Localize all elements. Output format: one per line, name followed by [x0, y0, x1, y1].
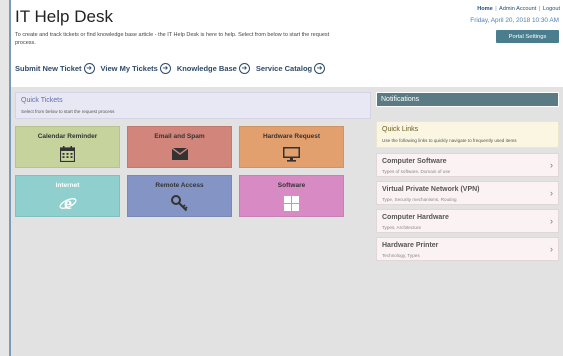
chevron-right-icon: ›: [550, 216, 553, 226]
quick-link-subtitle: Type, Security mechanisms, Routing: [382, 197, 457, 202]
internet-explorer-icon: e: [59, 194, 77, 212]
portal-settings-button[interactable]: Portal Settings: [496, 30, 559, 43]
quick-link-subtitle: Types of software, Domain of use: [382, 169, 451, 174]
chevron-right-icon: ›: [550, 188, 553, 198]
tile-label: Software: [277, 182, 306, 189]
notifications-header: Notifications: [376, 92, 559, 107]
action-label: Service Catalog: [255, 64, 313, 73]
logout-link[interactable]: Logout: [543, 6, 560, 12]
knowledge-base-link[interactable]: Knowledge Base ➜: [177, 63, 250, 74]
tile-label: Email and Spam: [154, 133, 205, 140]
envelope-icon: [171, 145, 189, 163]
monitor-icon: [283, 145, 301, 163]
calendar-icon: [59, 145, 77, 163]
quick-link-title: Hardware Printer: [382, 242, 439, 249]
quick-link-subtitle: Types, Architecture: [382, 225, 422, 230]
tile-label: Hardware Request: [262, 133, 321, 140]
admin-account-link[interactable]: Admin Account: [499, 6, 536, 12]
page-header: IT Help Desk To create and track tickets…: [11, 0, 563, 87]
arrow-circle-right-icon: ➜: [83, 63, 95, 74]
quick-link-hardware-printer[interactable]: Hardware Printer Technology, Types ›: [376, 237, 559, 261]
submit-new-ticket-link[interactable]: Submit New Ticket ➜: [15, 63, 95, 74]
action-label: Submit New Ticket: [15, 64, 82, 73]
tile-label: Internet: [55, 182, 80, 189]
chevron-right-icon: ›: [550, 244, 553, 254]
app-frame: IT Help Desk To create and track tickets…: [9, 0, 563, 356]
tile-remote-access[interactable]: Remote Access: [127, 175, 232, 217]
chevron-right-icon: ›: [550, 160, 553, 170]
quick-tickets-subtitle: Select from below to start the request p…: [21, 109, 115, 114]
windows-icon: [283, 194, 301, 212]
home-link[interactable]: Home: [477, 6, 493, 12]
view-my-tickets-link[interactable]: View My Tickets ➜: [101, 63, 171, 74]
tile-label: Calendar Reminder: [37, 133, 98, 140]
quick-link-title: Computer Software: [382, 158, 447, 165]
quick-tickets-title: Quick Tickets: [21, 97, 63, 104]
tile-software[interactable]: Software: [239, 175, 344, 217]
quick-link-computer-hardware[interactable]: Computer Hardware Types, Architecture ›: [376, 209, 559, 233]
top-links: Home | Admin Account | Logout: [477, 6, 560, 12]
quick-links-subtitle: Use the following links to quickly navig…: [382, 138, 517, 143]
quick-link-computer-software[interactable]: Computer Software Types of software, Dom…: [376, 153, 559, 177]
quick-tickets-panel: Quick Tickets Select from below to start…: [15, 92, 371, 119]
quick-link-vpn[interactable]: Virtual Private Network (VPN) Type, Secu…: [376, 181, 559, 205]
quick-link-title: Virtual Private Network (VPN): [382, 186, 480, 193]
tile-calendar-reminder[interactable]: Calendar Reminder: [15, 126, 120, 168]
page-description: To create and track tickets or find know…: [15, 32, 330, 46]
arrow-circle-right-icon: ➜: [238, 63, 250, 74]
current-datetime: Friday, April 20, 2018 10:30 AM: [470, 17, 559, 24]
arrow-circle-right-icon: ➜: [314, 63, 326, 74]
quick-links-panel: Quick Links Use the following links to q…: [376, 121, 559, 148]
tile-hardware-request[interactable]: Hardware Request: [239, 126, 344, 168]
quick-links-title: Quick Links: [382, 126, 419, 133]
action-links: Submit New Ticket ➜ View My Tickets ➜ Kn…: [15, 63, 326, 74]
quick-link-subtitle: Technology, Types: [382, 253, 420, 258]
action-label: View My Tickets: [100, 64, 158, 73]
arrow-circle-right-icon: ➜: [159, 63, 171, 74]
page-title: IT Help Desk: [15, 7, 113, 26]
svg-text:e: e: [64, 194, 72, 212]
tile-label: Remote Access: [155, 182, 204, 189]
action-label: Knowledge Base: [176, 64, 237, 73]
link-separator: |: [495, 6, 497, 12]
key-icon: [171, 194, 189, 212]
tile-email-and-spam[interactable]: Email and Spam: [127, 126, 232, 168]
service-catalog-link[interactable]: Service Catalog ➜: [255, 63, 326, 74]
link-separator: |: [538, 6, 541, 12]
tile-internet[interactable]: Internet e: [15, 175, 120, 217]
quick-link-title: Computer Hardware: [382, 214, 449, 221]
